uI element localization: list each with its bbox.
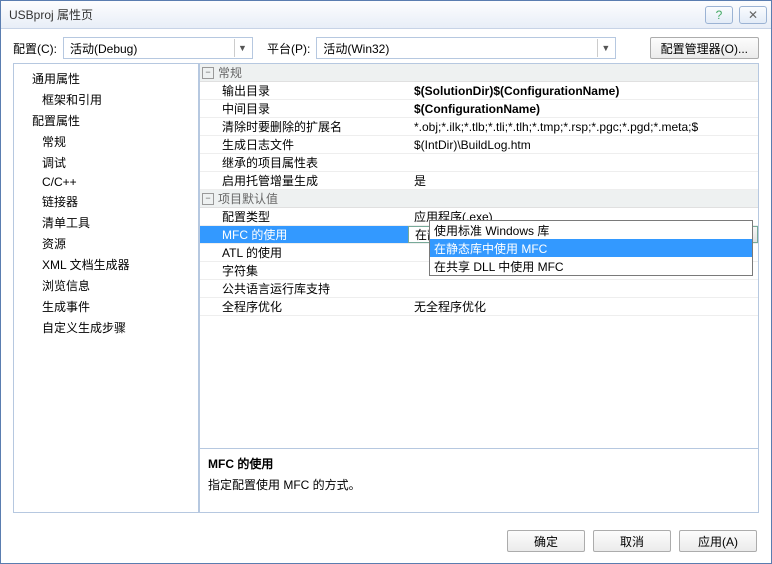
prop-inherited-sheets[interactable]: 继承的项目属性表 [200,154,758,172]
group-general[interactable]: − 常规 [200,64,758,82]
tree-item-common[interactable]: 通用属性 [14,68,198,89]
group-project-defaults[interactable]: − 项目默认值 [200,190,758,208]
window-title: USBproj 属性页 [5,6,93,23]
platform-label: 平台(P): [267,40,310,57]
dd-option-static[interactable]: 在静态库中使用 MFC [430,239,752,257]
tree-item-browse[interactable]: 浏览信息 [14,275,198,296]
cancel-button[interactable]: 取消 [593,530,671,552]
category-tree[interactable]: 通用属性 框架和引用 配置属性 常规 调试 C/C++ 链接器 清单工具 资源 … [13,63,199,513]
config-label: 配置(C): [13,40,57,57]
prop-clr[interactable]: 公共语言运行库支持 [200,280,758,298]
description-text: 指定配置使用 MFC 的方式。 [208,476,750,493]
tree-item-framework[interactable]: 框架和引用 [14,89,198,110]
configuration-manager-button[interactable]: 配置管理器(O)... [650,37,759,59]
config-value: 活动(Debug) [70,40,137,57]
chevron-down-icon: ▼ [597,39,613,57]
configuration-bar: 配置(C): 活动(Debug) ▼ 平台(P): 活动(Win32) ▼ 配置… [1,29,771,63]
prop-clean-extensions[interactable]: 清除时要删除的扩展名 *.obj;*.ilk;*.tlb;*.tli;*.tlh… [200,118,758,136]
property-grid-panel: − 常规 输出目录 $(SolutionDir)$(ConfigurationN… [199,63,759,513]
dialog-footer: 确定 取消 应用(A) [1,519,771,563]
ok-button[interactable]: 确定 [507,530,585,552]
tree-item-custom-build[interactable]: 自定义生成步骤 [14,317,198,338]
tree-item-general[interactable]: 常规 [14,131,198,152]
prop-build-log[interactable]: 生成日志文件 $(IntDir)\BuildLog.htm [200,136,758,154]
collapse-icon[interactable]: − [202,193,214,205]
prop-whole-program-opt[interactable]: 全程序优化 无全程序优化 [200,298,758,316]
tree-item-cpp[interactable]: C/C++ [14,173,198,191]
tree-item-manifest[interactable]: 清单工具 [14,212,198,233]
titlebar: USBproj 属性页 ? ✕ [1,1,771,29]
tree-item-config[interactable]: 配置属性 [14,110,198,131]
property-pages-dialog: USBproj 属性页 ? ✕ 配置(C): 活动(Debug) ▼ 平台(P)… [0,0,772,564]
dd-option-shared[interactable]: 在共享 DLL 中使用 MFC [430,257,752,275]
config-dropdown[interactable]: 活动(Debug) ▼ [63,37,253,59]
tree-item-build-events[interactable]: 生成事件 [14,296,198,317]
chevron-down-icon: ▼ [234,39,250,57]
description-title: MFC 的使用 [208,455,750,472]
mfc-dropdown-list[interactable]: 使用标准 Windows 库 在静态库中使用 MFC 在共享 DLL 中使用 M… [429,220,753,276]
description-panel: MFC 的使用 指定配置使用 MFC 的方式。 [200,448,758,512]
platform-value: 活动(Win32) [323,40,389,57]
prop-managed-incremental[interactable]: 启用托管增量生成 是 [200,172,758,190]
help-button[interactable]: ? [705,6,733,24]
dd-option-standard[interactable]: 使用标准 Windows 库 [430,221,752,239]
tree-item-linker[interactable]: 链接器 [14,191,198,212]
prop-intermediate-dir[interactable]: 中间目录 $(ConfigurationName) [200,100,758,118]
close-button[interactable]: ✕ [739,6,767,24]
tree-item-resources[interactable]: 资源 [14,233,198,254]
prop-output-dir[interactable]: 输出目录 $(SolutionDir)$(ConfigurationName) [200,82,758,100]
collapse-icon[interactable]: − [202,67,214,79]
platform-dropdown[interactable]: 活动(Win32) ▼ [316,37,616,59]
tree-item-debug[interactable]: 调试 [14,152,198,173]
apply-button[interactable]: 应用(A) [679,530,757,552]
tree-item-xml-doc[interactable]: XML 文档生成器 [14,254,198,275]
